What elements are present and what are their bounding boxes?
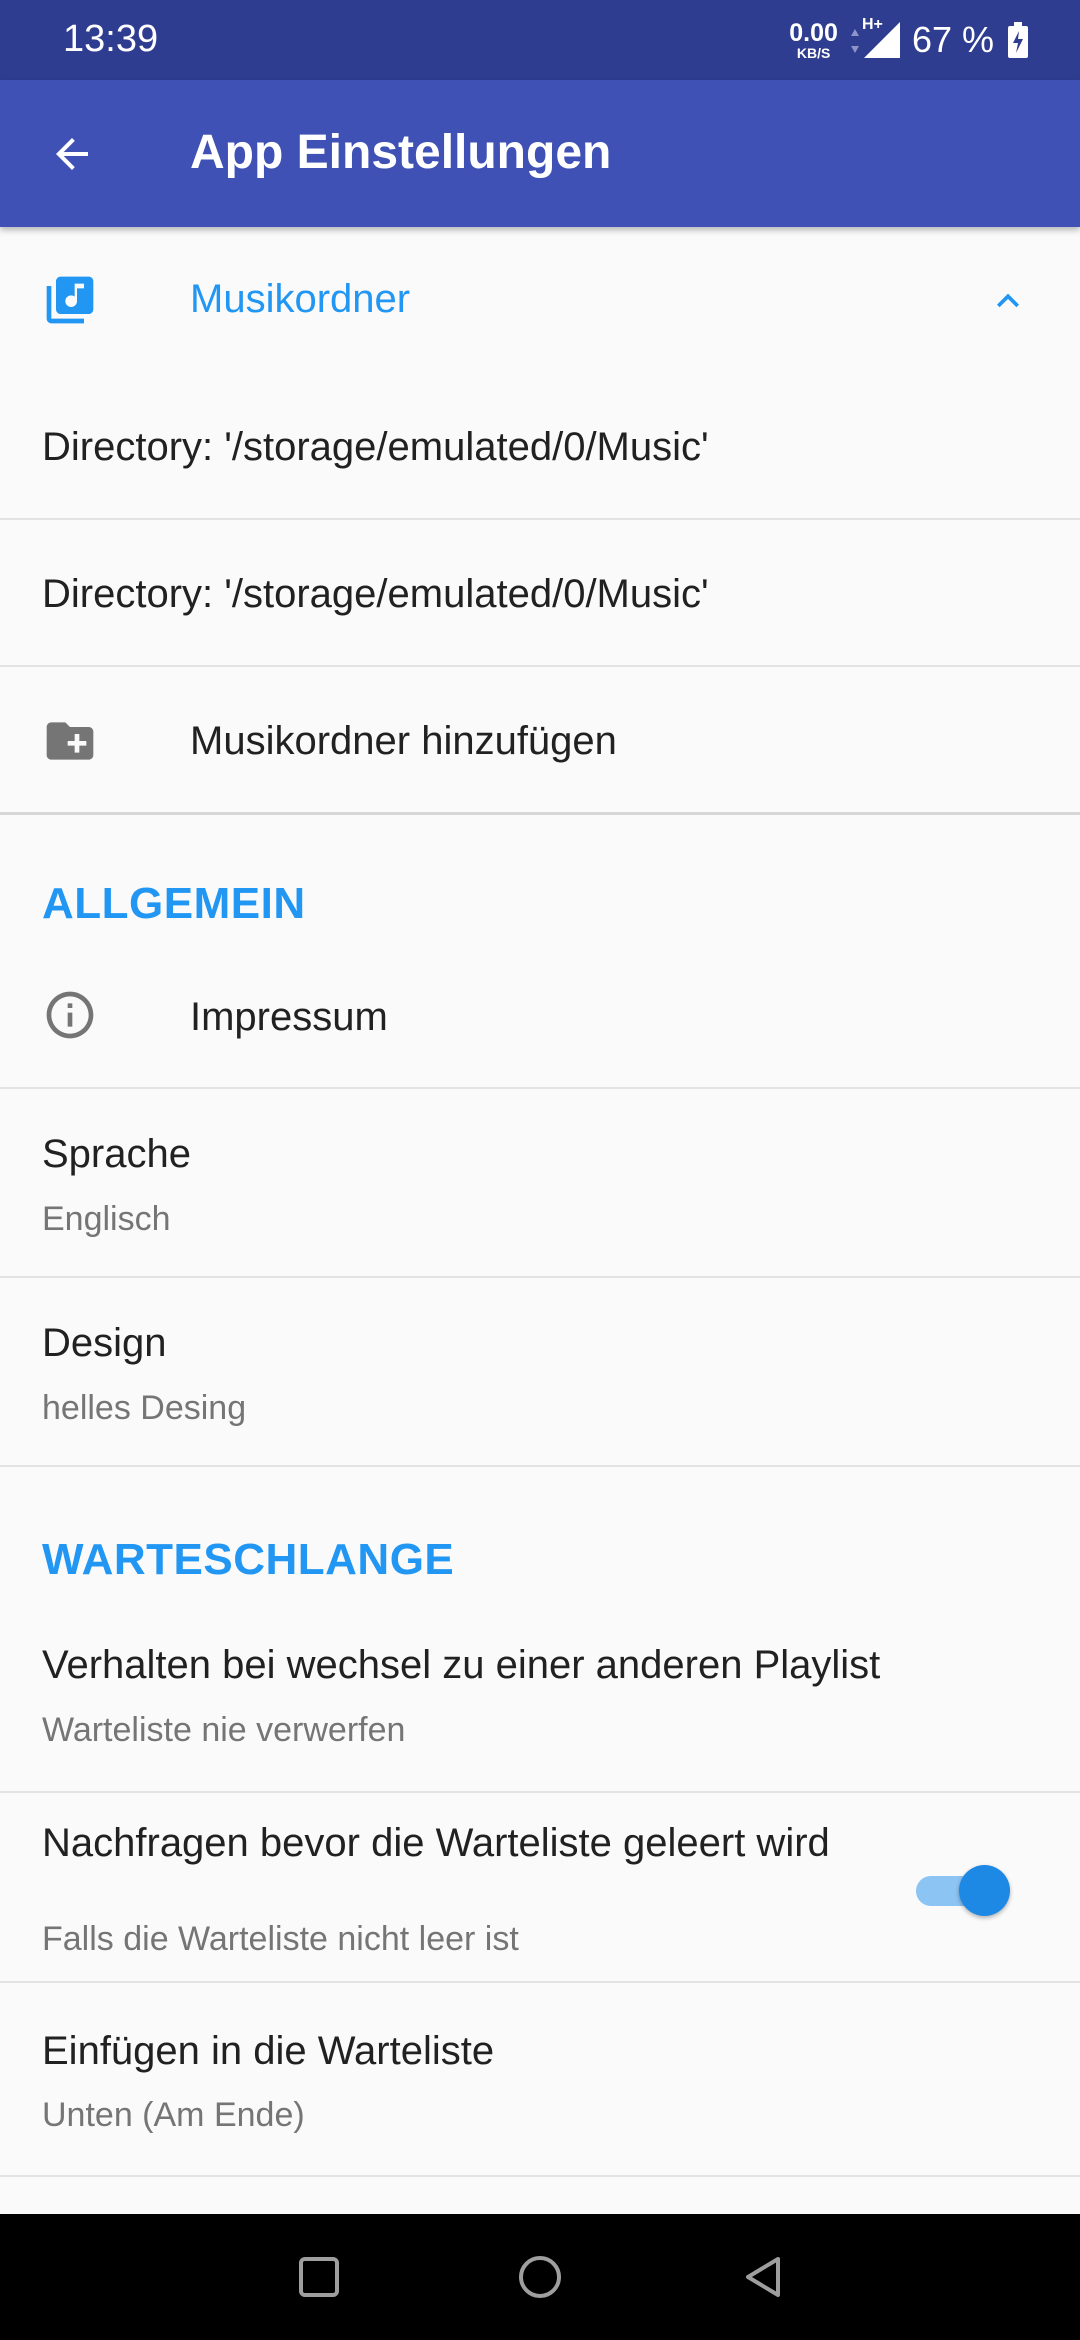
imprint-item[interactable]: Impressum: [0, 943, 1080, 1089]
chevron-up-icon[interactable]: [986, 279, 1030, 323]
directory-path: Directory: '/storage/emulated/0/Music': [42, 425, 709, 469]
section-title: ALLGEMEIN: [42, 879, 306, 928]
status-time: 13:39: [63, 18, 159, 60]
language-setting[interactable]: Sprache Englisch: [0, 1089, 1080, 1278]
folder-plus-icon: [42, 713, 98, 769]
directory-item[interactable]: Directory: '/storage/emulated/0/Music': [0, 520, 1080, 667]
setting-title: Verhalten bei wechsel zu einer anderen P…: [42, 1643, 881, 1687]
battery-icon: [1008, 22, 1028, 58]
setting-title: Design: [42, 1321, 167, 1365]
square-icon: [299, 2257, 339, 2297]
page-title: App Einstellungen: [190, 126, 612, 179]
status-bar: 13:39 0.00 KB/S H+ 67 %: [0, 0, 1080, 80]
confirm-clear-toggle[interactable]: [916, 1862, 1012, 1918]
music-folders-label: Musikordner: [190, 277, 411, 321]
nav-back-button[interactable]: [730, 2244, 796, 2310]
setting-subtitle: Falls die Warteliste nicht leer ist: [42, 1920, 519, 1958]
add-music-folder-label: Musikordner hinzufügen: [190, 719, 617, 763]
setting-title: Nachfragen bevor die Warteliste geleert …: [42, 1821, 830, 1865]
network-speed-unit: KB/S: [796, 44, 831, 61]
signal-icon: H+: [850, 16, 900, 60]
setting-value: Englisch: [42, 1200, 171, 1238]
section-title: WARTESCHLANGE: [42, 1535, 455, 1584]
status-icons: 0.00 KB/S H+ 67 %: [789, 14, 1028, 66]
setting-value: Unten (Am Ende): [42, 2096, 305, 2134]
battery-percent: 67 %: [911, 19, 994, 60]
setting-title: Sprache: [42, 1132, 191, 1176]
setting-title: Einfügen in die Warteliste: [42, 2029, 495, 2073]
system-navigation-bar: [0, 2214, 1080, 2340]
recents-button[interactable]: [286, 2244, 352, 2310]
design-setting[interactable]: Design helles Desing: [0, 1278, 1080, 1467]
music-folders-expander[interactable]: Musikordner: [0, 227, 1080, 373]
toggle-thumb: [959, 1865, 1010, 1916]
back-button[interactable]: [34, 116, 110, 192]
section-header-general: ALLGEMEIN: [0, 815, 1080, 943]
add-music-folder-button[interactable]: Musikordner hinzufügen: [0, 667, 1080, 815]
confirm-clear-queue-setting[interactable]: Nachfragen bevor die Warteliste geleert …: [0, 1793, 1080, 1983]
settings-list: Musikordner Directory: '/storage/emulate…: [0, 227, 1080, 2177]
playlist-change-behavior-setting[interactable]: Verhalten bei wechsel zu einer anderen P…: [0, 1603, 1080, 1793]
music-library-icon: [42, 272, 98, 328]
info-icon: [42, 987, 98, 1043]
setting-value: Warteliste nie verwerfen: [42, 1711, 406, 1749]
directory-path: Directory: '/storage/emulated/0/Music': [42, 572, 709, 616]
app-bar: App Einstellungen: [0, 80, 1080, 227]
directory-item[interactable]: Directory: '/storage/emulated/0/Music': [0, 373, 1080, 520]
network-speed: 0.00 KB/S: [789, 18, 838, 61]
section-header-queue: WARTESCHLANGE: [0, 1467, 1080, 1603]
arrow-left-icon: [56, 138, 88, 170]
data-activity-icon: [850, 28, 860, 54]
circle-icon: [519, 2256, 561, 2298]
home-button[interactable]: [507, 2244, 573, 2310]
triangle-back-icon: [746, 2257, 780, 2297]
queue-insert-position-setting[interactable]: Einfügen in die Warteliste Unten (Am End…: [0, 1983, 1080, 2177]
setting-value: helles Desing: [42, 1389, 247, 1427]
imprint-label: Impressum: [190, 995, 388, 1039]
network-speed-value: 0.00: [789, 18, 838, 47]
